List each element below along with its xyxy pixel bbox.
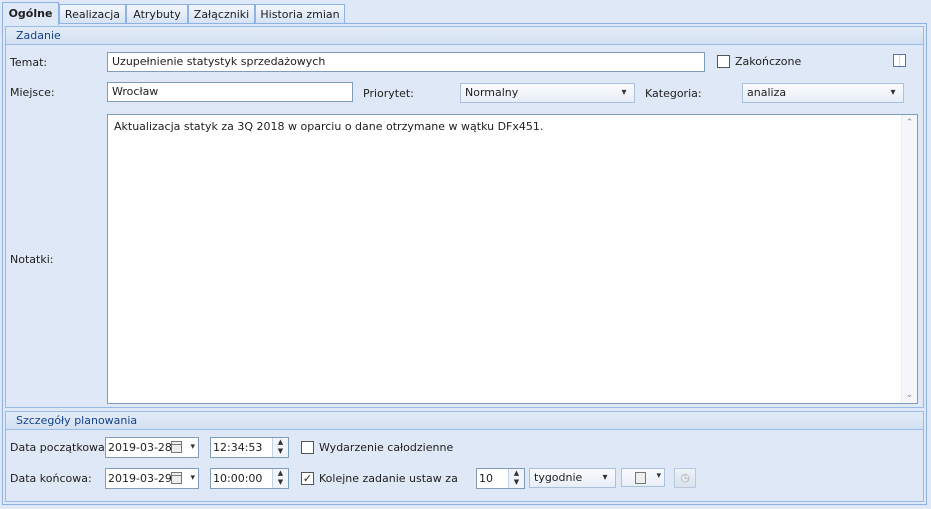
kategoria-select[interactable]: analiza ▾: [742, 83, 904, 103]
data-poczatkowa-value: 2019-03-28: [108, 441, 172, 454]
czas-poczatkowy-input[interactable]: 12:34:53 ▲ ▼: [210, 437, 289, 458]
chevron-down-icon: ▾: [621, 87, 627, 98]
chevron-down-icon: ▾: [656, 471, 661, 481]
czas-poczatkowy-value: 12:34:53: [213, 441, 263, 454]
tab-panel-ogolne: Zadanie Temat: Uzupełnienie statystyk sp…: [2, 23, 927, 505]
priorytet-select[interactable]: Normalny ▾: [460, 83, 635, 103]
temat-label: Temat:: [10, 56, 48, 69]
tab-atrybuty[interactable]: Atrybuty: [126, 4, 188, 23]
calendar-icon: [171, 472, 182, 484]
tab-historia-zmian[interactable]: Historia zmian: [255, 4, 345, 23]
spin-down-icon[interactable]: ▼: [273, 478, 288, 487]
tab-ogolne[interactable]: Ogólne: [2, 2, 59, 25]
chevron-down-icon: ▾: [190, 473, 195, 483]
interwal-value: 10: [479, 472, 493, 485]
calendar-dropdown-button[interactable]: ▾: [621, 468, 665, 487]
chevron-down-icon: ▾: [602, 472, 608, 483]
kategoria-value: analiza: [747, 86, 787, 99]
data-koncowa-value: 2019-03-29: [108, 472, 172, 485]
spin-up-icon[interactable]: ▲: [509, 469, 524, 478]
book-icon[interactable]: [893, 54, 906, 67]
spin-down-icon[interactable]: ▼: [509, 478, 524, 487]
interwal-input[interactable]: 10 ▲ ▼: [476, 468, 525, 489]
scroll-down-icon[interactable]: ⌄: [902, 387, 917, 403]
group-planowanie-header: Szczegóły planowania: [6, 412, 923, 430]
group-zadanie: Zadanie Temat: Uzupełnienie statystyk sp…: [5, 26, 924, 408]
interwal-spinner[interactable]: ▲ ▼: [508, 469, 524, 488]
clock-icon: ◷: [680, 471, 690, 484]
wydarzenie-calodzienne-label: Wydarzenie całodzienne: [319, 441, 454, 454]
scroll-up-icon[interactable]: ⌃: [902, 115, 917, 131]
zakonczone-checkbox[interactable]: [717, 55, 730, 68]
notatki-text: Aktualizacja statyk za 3Q 2018 w oparciu…: [114, 120, 544, 133]
calendar-icon: [171, 441, 182, 453]
tab-zalaczniki[interactable]: Załączniki: [188, 4, 255, 23]
group-zadanie-header: Zadanie: [6, 27, 923, 45]
notatki-label: Notatki:: [10, 253, 54, 266]
miejsce-label: Miejsce:: [10, 86, 55, 99]
okres-select[interactable]: tygodnie ▾: [529, 468, 616, 488]
calendar-icon: [635, 472, 646, 484]
chevron-down-icon: ▾: [890, 87, 896, 98]
chevron-down-icon: ▾: [190, 442, 195, 452]
priorytet-label: Priorytet:: [363, 87, 414, 100]
data-poczatkowa-input[interactable]: 2019-03-28 ▾: [105, 437, 199, 458]
spin-down-icon[interactable]: ▼: [273, 447, 288, 456]
temat-input[interactable]: Uzupełnienie statystyk sprzedażowych: [107, 52, 705, 72]
czas-koncowy-value: 10:00:00: [213, 472, 263, 485]
czas-koncowy-spinner[interactable]: ▲ ▼: [272, 469, 288, 488]
data-koncowa-label: Data końcowa:: [10, 472, 92, 485]
clock-button[interactable]: ◷: [674, 468, 696, 488]
tab-realizacja[interactable]: Realizacja: [59, 4, 126, 23]
miejsce-input[interactable]: Wrocław: [107, 82, 353, 102]
kategoria-label: Kategoria:: [645, 87, 702, 100]
priorytet-value: Normalny: [465, 86, 519, 99]
data-koncowa-input[interactable]: 2019-03-29 ▾: [105, 468, 199, 489]
zakonczone-label: Zakończone: [735, 55, 802, 68]
czas-koncowy-input[interactable]: 10:00:00 ▲ ▼: [210, 468, 289, 489]
data-poczatkowa-label: Data początkowa:: [10, 441, 109, 454]
spin-up-icon[interactable]: ▲: [273, 438, 288, 447]
okres-value: tygodnie: [534, 471, 583, 484]
group-szczegoly-planowania: Szczegóły planowania Data początkowa: 20…: [5, 411, 924, 502]
kolejne-zadanie-label: Kolejne zadanie ustaw za: [319, 472, 458, 485]
spin-up-icon[interactable]: ▲: [273, 469, 288, 478]
czas-poczatkowy-spinner[interactable]: ▲ ▼: [272, 438, 288, 457]
wydarzenie-calodzienne-checkbox[interactable]: [301, 441, 314, 454]
kolejne-zadanie-checkbox[interactable]: ✓: [301, 472, 314, 485]
notatki-textarea[interactable]: Aktualizacja statyk za 3Q 2018 w oparciu…: [107, 114, 918, 404]
notatki-scrollbar[interactable]: ⌃ ⌄: [901, 115, 917, 403]
